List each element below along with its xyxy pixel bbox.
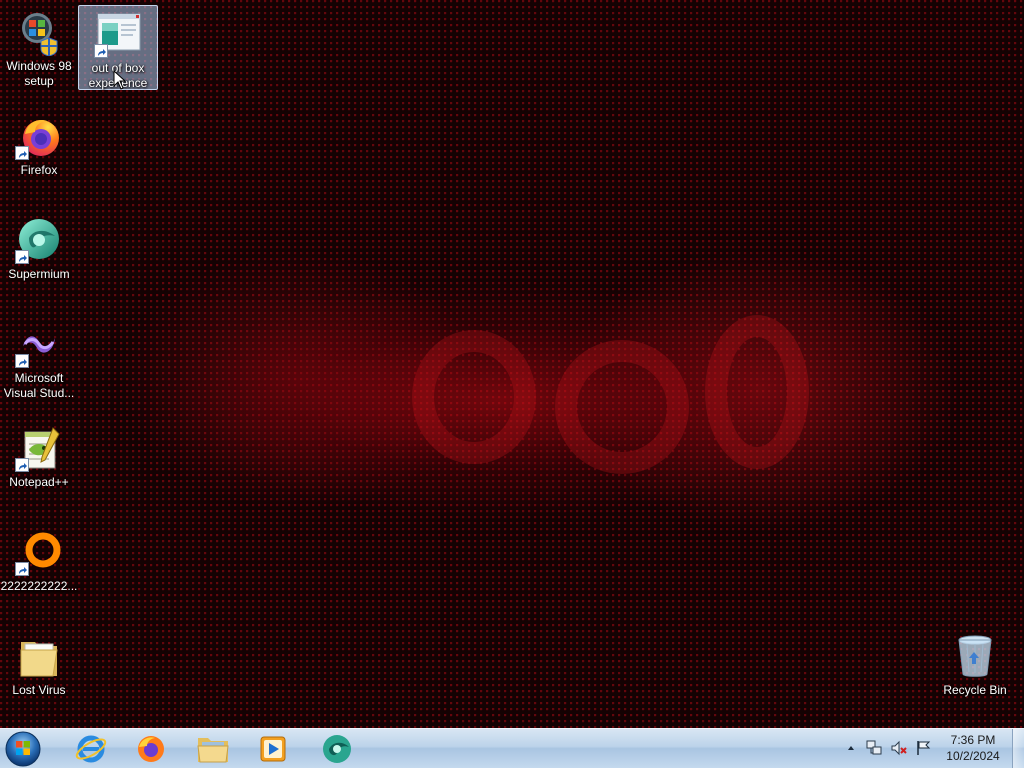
desktop[interactable]: Windows 98 setup out of box experience <box>0 0 1024 728</box>
desktop-icon-firefox[interactable]: Firefox <box>0 108 78 178</box>
taskbar-internet-explorer-button[interactable] <box>64 731 118 767</box>
desktop-icon-label: Microsoft Visual Stud... <box>3 371 75 400</box>
wallpaper-logo-ring-1 <box>412 330 536 464</box>
wallpaper-logo-ring-2 <box>555 340 689 474</box>
oobe-window-icon <box>94 10 142 58</box>
desktop-icon-label: Firefox <box>20 163 58 177</box>
volume-muted-icon[interactable] <box>890 739 908 757</box>
wallpaper-logo-ring-3 <box>705 315 809 469</box>
orange-ring-icon <box>15 528 63 576</box>
shortcut-arrow-icon <box>15 458 29 472</box>
start-orb-icon[interactable] <box>4 730 42 768</box>
action-center-flag-icon[interactable] <box>914 739 932 757</box>
desktop-icon-label: Supermium <box>8 267 70 281</box>
shortcut-arrow-icon <box>15 250 29 264</box>
show-desktop-button[interactable] <box>1012 729 1024 768</box>
notepad-plus-plus-icon <box>15 424 63 472</box>
desktop-icon-label: Lost Virus <box>12 683 66 697</box>
desktop-icon-label: Notepad++ <box>9 475 69 489</box>
desktop-icon-notepad-plus-plus[interactable]: Notepad++ <box>0 420 78 490</box>
desktop-icon-recycle-bin[interactable]: Recycle Bin <box>936 628 1014 698</box>
folder-icon <box>15 632 63 680</box>
network-icon[interactable] <box>865 739 883 757</box>
taskbar-supermium-button[interactable] <box>310 731 364 767</box>
desktop-icon-visual-studio[interactable]: Microsoft Visual Stud... <box>0 316 78 401</box>
desktop-icon-windows-98-setup[interactable]: Windows 98 setup <box>0 4 78 89</box>
shortcut-arrow-icon <box>94 44 108 58</box>
desktop-icon-label: Windows 98 setup <box>6 59 72 88</box>
windows-setup-icon <box>15 8 63 57</box>
media-player-icon <box>260 736 286 762</box>
visual-studio-icon <box>15 320 63 368</box>
show-hidden-icons-chevron[interactable] <box>842 739 860 757</box>
supermium-icon <box>15 216 63 264</box>
supermium-icon <box>323 735 351 763</box>
clock-time: 7:36 PM <box>950 733 996 747</box>
internet-explorer-icon <box>75 735 107 763</box>
file-explorer-icon <box>197 738 229 763</box>
desktop-icon-label: 2222222222... <box>0 579 78 593</box>
recycle-bin-icon <box>951 632 999 680</box>
desktop-icon-supermium[interactable]: Supermium <box>0 212 78 282</box>
firefox-icon <box>138 736 164 762</box>
clock-date: 10/2/2024 <box>946 749 1000 763</box>
system-clock[interactable]: 7:36 PM 10/2/2024 <box>936 732 1010 764</box>
taskbar-file-explorer-button[interactable] <box>186 731 240 767</box>
taskbar: 7:36 PM 10/2/2024 <box>0 728 1024 768</box>
shortcut-arrow-icon <box>15 562 29 576</box>
mouse-cursor-icon <box>113 70 127 90</box>
taskbar-firefox-button[interactable] <box>124 731 178 767</box>
desktop-icon-lost-virus[interactable]: Lost Virus <box>0 628 78 698</box>
shortcut-arrow-icon <box>15 354 29 368</box>
desktop-icon-2222222222[interactable]: 2222222222... <box>0 524 78 594</box>
shortcut-arrow-icon <box>15 146 29 160</box>
taskbar-media-player-button[interactable] <box>246 731 300 767</box>
firefox-icon <box>15 112 63 160</box>
desktop-icon-label: Recycle Bin <box>943 683 1007 697</box>
